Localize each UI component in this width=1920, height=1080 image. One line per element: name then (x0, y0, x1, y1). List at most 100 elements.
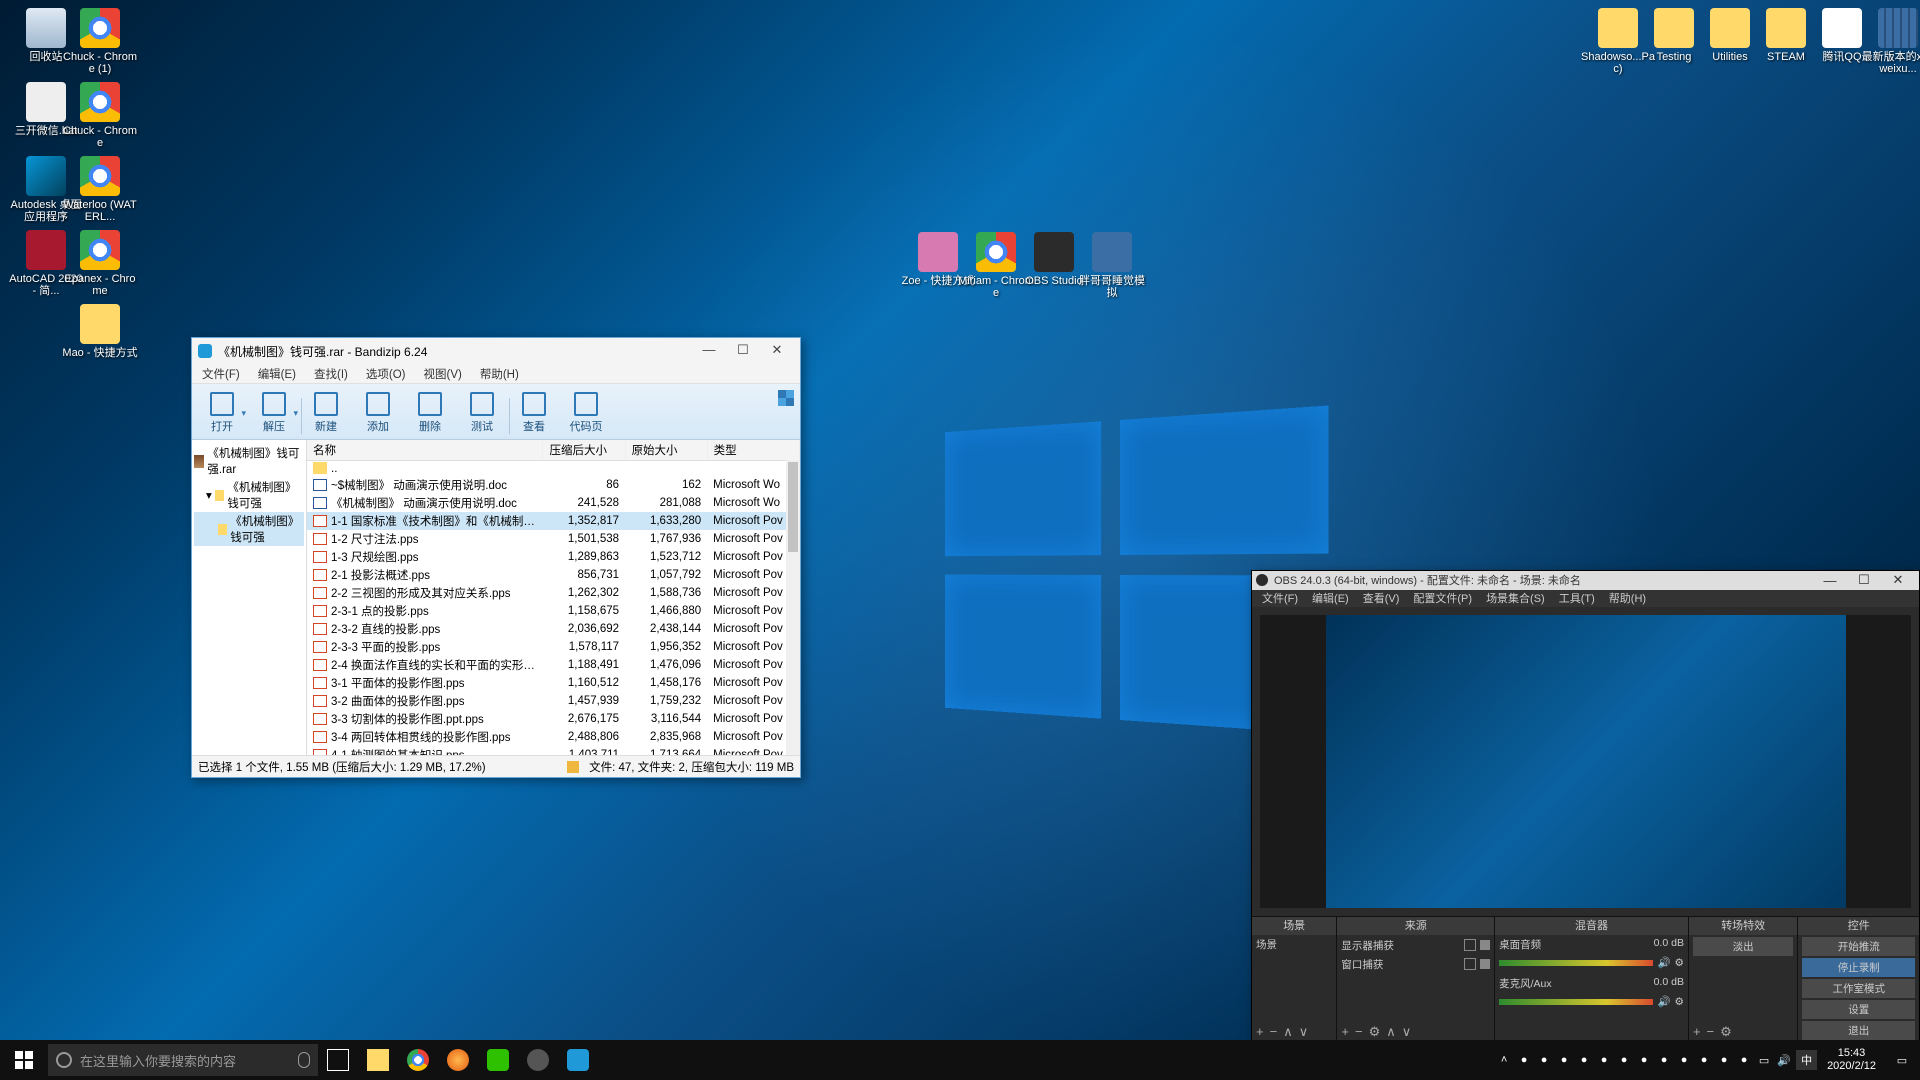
desktop-icon[interactable]: 胖哥哥睡觉模拟 (1074, 232, 1150, 299)
file-row[interactable]: 2-2 三视图的形成及其对应关系.pps 1,262,3021,588,736M… (307, 584, 800, 602)
lock-icon[interactable] (1480, 940, 1490, 950)
tree-node[interactable]: 《机械制图》钱可强.rar (194, 444, 304, 478)
menu-item[interactable]: 查找(I) (310, 364, 352, 383)
tray-icon[interactable]: ● (1514, 1040, 1534, 1080)
tray-network-icon[interactable]: ▭ (1754, 1040, 1774, 1080)
menu-item[interactable]: 文件(F) (1262, 590, 1298, 606)
menu-item[interactable]: 视图(V) (420, 364, 466, 383)
column-header[interactable]: 名称 (307, 440, 543, 461)
minimize-button[interactable]: — (1813, 573, 1847, 588)
tray-icon[interactable]: ● (1714, 1040, 1734, 1080)
desktop-icon[interactable]: Mao - 快捷方式 (62, 304, 138, 359)
bandizip-menubar[interactable]: 文件(F)编辑(E)查找(I)选项(O)视图(V)帮助(H) (192, 364, 800, 384)
toolbar-打开[interactable]: ▾打开 (196, 390, 248, 434)
taskbar-firefox[interactable] (438, 1040, 478, 1080)
mute-icon[interactable]: 🔊 (1657, 995, 1670, 1008)
mixer-channel[interactable]: 麦克风/Aux0.0 dB 🔊 ⚙ (1499, 976, 1684, 1013)
transition-select[interactable]: 淡出 (1693, 937, 1793, 956)
down-icon[interactable]: ∨ (1299, 1024, 1309, 1040)
scene-item[interactable]: 场景 (1256, 937, 1332, 952)
taskbar-app-blue[interactable] (558, 1040, 598, 1080)
remove-icon[interactable]: − (1270, 1024, 1278, 1039)
mute-icon[interactable]: 🔊 (1657, 956, 1670, 969)
obs-titlebar[interactable]: OBS 24.0.3 (64-bit, windows) - 配置文件: 未命名… (1252, 571, 1919, 590)
tray-icon[interactable]: ● (1694, 1040, 1714, 1080)
tray-icon[interactable]: ● (1634, 1040, 1654, 1080)
column-header[interactable]: 类型 (707, 440, 799, 461)
toolbar-查看[interactable]: 查看 (508, 390, 560, 434)
menu-item[interactable]: 编辑(E) (254, 364, 300, 383)
control-button[interactable]: 工作室模式 (1802, 979, 1915, 998)
control-button[interactable]: 设置 (1802, 1000, 1915, 1019)
tray-icon[interactable]: ● (1554, 1040, 1574, 1080)
file-row[interactable]: ~$械制图》 动画演示使用说明.doc 86162Microsoft Wo (307, 476, 800, 494)
up-icon[interactable]: ∧ (1283, 1024, 1293, 1040)
desktop[interactable]: 回收站 Chuck - Chrome (1) 三开微信.bat Chuck - … (0, 0, 1920, 1080)
remove-icon[interactable]: − (1355, 1024, 1363, 1039)
tray-icon[interactable]: ● (1594, 1040, 1614, 1080)
menu-item[interactable]: 帮助(H) (1609, 590, 1646, 606)
tray-icon[interactable]: ● (1614, 1040, 1634, 1080)
file-row[interactable]: 2-4 换面法作直线的实长和平面的实形.pps 1,188,4911,476,0… (307, 656, 800, 674)
toolbar-删除[interactable]: 删除 (404, 390, 456, 434)
file-row[interactable]: 《机械制图》 动画演示使用说明.doc 241,528281,088Micros… (307, 494, 800, 512)
close-button[interactable]: ✕ (1881, 572, 1915, 588)
file-row[interactable]: 1-2 尺寸注法.pps 1,501,5381,767,936Microsoft… (307, 530, 800, 548)
file-row[interactable]: .. (307, 461, 800, 477)
visibility-icon[interactable] (1464, 958, 1476, 970)
bandizip-tree[interactable]: 《机械制图》钱可强.rar ▾ 《机械制图》钱可强 《机械制图》钱可强 (192, 440, 307, 755)
file-row[interactable]: 1-3 尺规绘图.pps 1,289,8631,523,712Microsoft… (307, 548, 800, 566)
control-button[interactable]: 开始推流 (1802, 937, 1915, 956)
obs-window[interactable]: OBS 24.0.3 (64-bit, windows) - 配置文件: 未命名… (1251, 570, 1920, 1060)
start-button[interactable] (0, 1040, 48, 1080)
tray-icon[interactable]: ● (1574, 1040, 1594, 1080)
add-icon[interactable]: + (1693, 1024, 1701, 1039)
file-row[interactable]: 2-3-2 直线的投影.pps 2,036,6922,438,144Micros… (307, 620, 800, 638)
gear-icon[interactable]: ⚙ (1675, 957, 1684, 969)
obs-preview[interactable] (1260, 615, 1911, 908)
remove-icon[interactable]: − (1707, 1024, 1715, 1039)
gear-icon[interactable]: ⚙ (1720, 1024, 1732, 1040)
scrollbar[interactable] (786, 460, 800, 755)
file-row[interactable]: 3-3 切割体的投影作图.ppt.pps 2,676,1753,116,544M… (307, 710, 800, 728)
tray-icon[interactable]: ● (1734, 1040, 1754, 1080)
down-icon[interactable]: ∨ (1402, 1024, 1412, 1040)
maximize-button[interactable]: ☐ (726, 340, 760, 362)
menu-item[interactable]: 场景集合(S) (1486, 590, 1545, 606)
taskbar-wechat[interactable] (478, 1040, 518, 1080)
gear-icon[interactable]: ⚙ (1675, 996, 1684, 1008)
task-view-button[interactable] (318, 1040, 358, 1080)
expand-icon[interactable]: ▾ (206, 488, 212, 502)
desktop-icon[interactable]: Waterloo (WATERL... (62, 156, 138, 223)
add-icon[interactable]: + (1256, 1024, 1264, 1039)
obs-dock-transitions[interactable]: 转场特效 淡出 +−⚙ (1689, 917, 1798, 1042)
toolbar-测试[interactable]: 测试 (456, 390, 508, 434)
obs-dock-sources[interactable]: 来源 显示器捕获 窗口捕获 +−⚙∧∨ (1337, 917, 1495, 1042)
desktop-icon[interactable]: 最新版本的xueweixu... (1860, 8, 1920, 75)
obs-dock-controls[interactable]: 控件 开始推流停止录制工作室模式设置退出 (1798, 917, 1919, 1042)
minimize-button[interactable]: — (692, 340, 726, 362)
desktop-icon[interactable]: Chuck - Chrome (1) (62, 8, 138, 75)
file-row[interactable]: 1-1 国家标准《技术制图》和《机械制图》的有关... 1,352,8171,6… (307, 512, 800, 530)
file-row[interactable]: 3-4 两回转体相贯线的投影作图.pps 2,488,8062,835,968M… (307, 728, 800, 746)
file-row[interactable]: 2-3-3 平面的投影.pps 1,578,1171,956,352Micros… (307, 638, 800, 656)
column-header[interactable]: 原始大小 (625, 440, 707, 461)
taskbar-clock[interactable]: 15:43 2020/2/12 (1819, 1047, 1884, 1073)
taskbar-app[interactable] (518, 1040, 558, 1080)
obs-menubar[interactable]: 文件(F)编辑(E)查看(V)配置文件(P)场景集合(S)工具(T)帮助(H) (1252, 590, 1919, 607)
bandizip-toolbar[interactable]: ▾打开▾解压新建添加删除测试查看代码页 (192, 384, 800, 440)
tree-node[interactable]: 《机械制图》钱可强 (194, 512, 304, 546)
column-header[interactable]: 压缩后大小 (543, 440, 625, 461)
toolbar-解压[interactable]: ▾解压 (248, 390, 300, 434)
system-tray[interactable]: ˄ ● ● ● ● ● ● ● ● ● ● ● ● ▭ 🔊 中 15:43 20… (1494, 1040, 1920, 1080)
file-row[interactable]: 4-1 轴测图的基本知识.pps 1,403,7111,713,664Micro… (307, 746, 800, 755)
menu-item[interactable]: 配置文件(P) (1413, 590, 1472, 606)
tray-chevron-up-icon[interactable]: ˄ (1494, 1040, 1514, 1080)
obs-dock-mixer[interactable]: 混音器 桌面音频0.0 dB 🔊 ⚙ 麦克风/Aux0.0 dB 🔊 ⚙ (1495, 917, 1689, 1042)
bandizip-window[interactable]: 《机械制图》钱可强.rar - Bandizip 6.24 — ☐ ✕ 文件(F… (191, 337, 801, 778)
toolbar-代码页[interactable]: 代码页 (560, 390, 612, 434)
menu-item[interactable]: 查看(V) (1363, 590, 1400, 606)
obs-dock-scenes[interactable]: 场景 场景 +−∧∨ (1252, 917, 1337, 1042)
toolbar-新建[interactable]: 新建 (300, 390, 352, 434)
source-item[interactable]: 显示器捕获 (1341, 937, 1490, 954)
